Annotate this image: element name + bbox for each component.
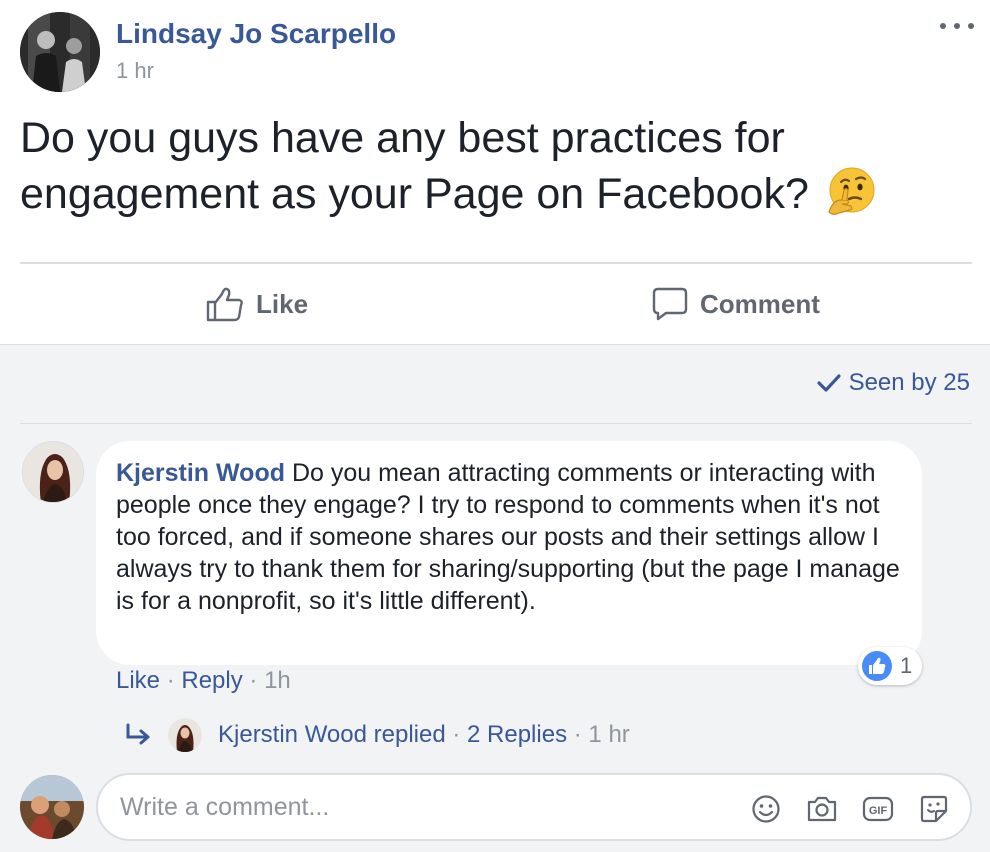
comment-composer: GIF (96, 773, 972, 841)
commenter-avatar[interactable] (22, 441, 84, 503)
gif-icon[interactable]: GIF (860, 791, 896, 827)
seen-by-divider (20, 423, 972, 424)
view-replies-row[interactable]: Kjerstin Wood replied · 2 Replies · 1 hr (124, 715, 630, 755)
replies-count[interactable]: 2 Replies (467, 721, 567, 749)
comment-reply-link[interactable]: Reply (181, 667, 242, 694)
replier-avatar (168, 718, 202, 752)
post-text-content: Do you guys have any best practices for … (20, 114, 809, 218)
author-avatar[interactable] (20, 12, 100, 92)
replies-timestamp: 1 hr (588, 721, 630, 748)
post-header: Lindsay Jo Scarpello 1 hr (20, 12, 974, 94)
sticker-icon[interactable] (916, 791, 952, 827)
smiley-icon[interactable] (748, 791, 784, 827)
svg-text:GIF: GIF (869, 805, 888, 817)
composer-icons: GIF (728, 791, 952, 827)
comment-reaction-badge[interactable]: 1 (858, 647, 923, 685)
post-timestamp[interactable]: 1 hr (116, 58, 154, 84)
post-text: Do you guys have any best practices for … (20, 110, 960, 222)
comment-meta: Like · Reply · 1h (116, 667, 291, 695)
like-button[interactable]: Like (206, 264, 308, 344)
current-user-avatar (20, 775, 84, 839)
more-options-icon[interactable] (940, 12, 974, 40)
thinking-face-emoji-icon (828, 167, 875, 215)
comment-timestamp[interactable]: 1h (264, 667, 291, 694)
replied-text[interactable]: Kjerstin Wood replied (218, 721, 446, 749)
meta-separator: · (166, 667, 175, 694)
post-actions-bar: Like Comment (20, 264, 972, 344)
speech-bubble-icon (652, 287, 688, 321)
comment-bubble: Kjerstin Wood Do you mean attracting com… (96, 441, 922, 665)
comment-button-label: Comment (700, 288, 820, 319)
seen-by-indicator[interactable]: Seen by 25 (816, 369, 970, 397)
seen-by-text: Seen by 25 (848, 369, 970, 396)
thumbs-up-icon (206, 287, 243, 322)
comment-author-name[interactable]: Kjerstin Wood (116, 459, 285, 487)
comment-input[interactable] (120, 787, 720, 827)
checkmark-icon (816, 374, 841, 392)
reaction-count: 1 (900, 653, 913, 678)
meta-separator: · (249, 667, 258, 694)
replies-separator: · (452, 721, 461, 748)
comment-like-link[interactable]: Like (116, 667, 160, 694)
like-reaction-icon (862, 651, 892, 681)
comments-section: Seen by 25 Kjerstin Wood Do you mean att… (0, 344, 990, 852)
replies-separator: · (573, 721, 582, 748)
like-button-label: Like (256, 288, 309, 319)
reply-arrow-icon (126, 723, 150, 745)
comment-button[interactable]: Comment (652, 264, 820, 344)
camera-icon[interactable] (804, 791, 840, 827)
post-author-name[interactable]: Lindsay Jo Scarpello (116, 18, 396, 50)
